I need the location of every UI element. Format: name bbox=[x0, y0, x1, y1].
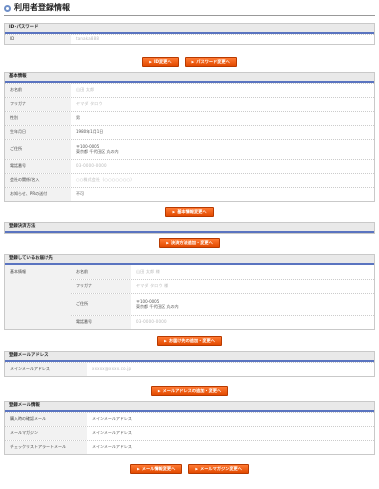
row-label: 電話番号 bbox=[71, 316, 131, 329]
password-change-button[interactable]: ▶ パスワード変更へ bbox=[184, 57, 237, 67]
row-label: フリガナ bbox=[5, 98, 71, 111]
section-heading: 登録決済方法 bbox=[5, 223, 374, 233]
row-label: 購入時の確認メール bbox=[5, 413, 87, 426]
row-value: 不可 bbox=[76, 191, 84, 197]
id-change-button[interactable]: ▶ ID変更へ bbox=[142, 57, 179, 67]
row-label: 生年月日 bbox=[5, 126, 71, 139]
id-password-buttons: ▶ ID変更へ ▶ パスワード変更へ bbox=[0, 57, 379, 67]
triangle-right-icon: ▶ bbox=[172, 209, 176, 214]
row-label: フリガナ bbox=[71, 280, 131, 293]
row-value: 03-0000-0000 bbox=[76, 163, 107, 169]
delivery-buttons: ▶ お届け先の追加・変更へ bbox=[0, 336, 379, 346]
table-row: ご住所 〒100-0005 東京都 千代田区 丸の内 bbox=[71, 293, 374, 315]
row-value: ヤマダ タロウ bbox=[76, 101, 103, 107]
row-label: ご住所 bbox=[71, 294, 131, 315]
row-value: tanaka888 bbox=[76, 36, 100, 42]
address-value: 〒100-0005 東京都 千代田区 丸の内 bbox=[71, 140, 374, 159]
table-row: フリガナ ヤマダ タロウ 様 bbox=[71, 279, 374, 293]
address-line: 東京都 千代田区 丸の内 bbox=[136, 303, 179, 309]
address-line: 東京都 千代田区 丸の内 bbox=[76, 148, 119, 154]
mail-address-buttons: ▶ メールアドレスの追加・変更へ bbox=[0, 386, 379, 396]
row-value: メインメールアドレス bbox=[92, 444, 132, 450]
triangle-right-icon: ▶ bbox=[157, 388, 161, 393]
table-row: お名前 山田 太郎 bbox=[5, 83, 374, 97]
row-value: 男 bbox=[76, 115, 80, 121]
mail-magazine-change-button[interactable]: ▶ メールマガジン変更へ bbox=[188, 464, 249, 474]
mail-address-section: 登録メールアドレス メインメールアドレス xxxxx@xxxx.co.jp bbox=[4, 351, 375, 377]
delivery-section: 登録しているお届け先 基本情報 お名前 山田 太郎 様 フリガナ ヤマダ タロウ… bbox=[4, 254, 375, 330]
table-row: メインメールアドレス xxxxx@xxxx.co.jp bbox=[5, 362, 374, 376]
payment-buttons: ▶ 決済方法追加・変更へ bbox=[0, 238, 379, 248]
page-title-text: 利用者登録情報 bbox=[14, 3, 70, 13]
mail-address-change-button[interactable]: ▶ メールアドレスの追加・変更へ bbox=[150, 386, 229, 396]
delivery-table: 基本情報 お名前 山田 太郎 様 フリガナ ヤマダ タロウ 様 ご住所 〒100… bbox=[5, 265, 374, 329]
section-heading: 登録メールアドレス bbox=[5, 352, 374, 362]
table-row: 電話番号 03-0000-0000 bbox=[71, 315, 374, 329]
row-value: xxxxx@xxxx.co.jp bbox=[92, 366, 132, 372]
row-label: ご住所 bbox=[5, 140, 71, 159]
basic-info-section: 基本情報 お名前 山田 太郎 フリガナ ヤマダ タロウ 性別 男 生年月日 19… bbox=[4, 72, 375, 202]
row-label: 電話番号 bbox=[5, 160, 71, 173]
delivery-group-label: 基本情報 bbox=[5, 265, 71, 329]
page: 利用者登録情報 ID･パスワード ID tanaka888 ▶ ID変更へ ▶ パス… bbox=[0, 0, 379, 489]
row-label: お知らせ、PRの送付 bbox=[5, 188, 71, 201]
table-row: ID tanaka888 bbox=[5, 34, 374, 44]
section-heading: 基本情報 bbox=[5, 73, 374, 83]
table-row: ご住所 〒100-0005 東京都 千代田区 丸の内 bbox=[5, 139, 374, 159]
triangle-right-icon: ▶ bbox=[191, 59, 195, 64]
id-password-section: ID･パスワード ID tanaka888 bbox=[4, 23, 375, 45]
section-heading: 登録しているお届け先 bbox=[5, 255, 374, 265]
triangle-right-icon: ▶ bbox=[164, 338, 167, 343]
title-divider bbox=[4, 15, 375, 16]
section-heading: ID･パスワード bbox=[5, 24, 374, 34]
table-row: 性別 男 bbox=[5, 111, 374, 125]
basic-info-buttons: ▶ 基本情報変更へ bbox=[0, 207, 379, 217]
row-value: 山田 太郎 様 bbox=[136, 268, 160, 274]
address-value: 〒100-0005 東京都 千代田区 丸の内 bbox=[131, 294, 374, 315]
table-row: フリガナ ヤマダ タロウ bbox=[5, 97, 374, 111]
payment-section: 登録決済方法 bbox=[4, 222, 375, 234]
table-row: 電話番号 03-0000-0000 bbox=[5, 159, 374, 173]
page-title: 利用者登録情報 bbox=[4, 2, 70, 14]
table-row: メールマガジン メインメールアドレス bbox=[5, 426, 374, 440]
table-row: チェックリストアラートメール メインメールアドレス bbox=[5, 440, 374, 454]
section-heading: 登録メール情報 bbox=[5, 402, 374, 412]
table-row: 会社の関係/名入 ○○株式会社（○○○○○○○） bbox=[5, 173, 374, 187]
mail-info-section: 登録メール情報 購入時の確認メール メインメールアドレス メールマガジン メイン… bbox=[4, 401, 375, 455]
triangle-right-icon: ▶ bbox=[195, 466, 199, 471]
row-label: チェックリストアラートメール bbox=[5, 441, 87, 454]
row-label: メールマガジン bbox=[5, 427, 87, 440]
row-label: 性別 bbox=[5, 112, 71, 125]
table-row: 生年月日 1980年1月1日 bbox=[5, 125, 374, 139]
circle-icon bbox=[4, 4, 11, 12]
triangle-right-icon: ▶ bbox=[166, 240, 169, 245]
row-value: メインメールアドレス bbox=[92, 430, 132, 436]
row-label: お名前 bbox=[71, 265, 131, 279]
triangle-right-icon: ▶ bbox=[149, 59, 152, 64]
delivery-change-button[interactable]: ▶ お届け先の追加・変更へ bbox=[157, 336, 222, 346]
row-value: 03-0000-0000 bbox=[136, 319, 167, 325]
row-value: 山田 太郎 bbox=[76, 87, 95, 93]
table-row: お名前 山田 太郎 様 bbox=[71, 265, 374, 279]
delivery-details: お名前 山田 太郎 様 フリガナ ヤマダ タロウ 様 ご住所 〒100-0005… bbox=[71, 265, 374, 329]
row-label: メインメールアドレス bbox=[5, 363, 87, 376]
row-value: 1980年1月1日 bbox=[76, 129, 104, 135]
table-row: 購入時の確認メール メインメールアドレス bbox=[5, 412, 374, 426]
table-row: お知らせ、PRの送付 不可 bbox=[5, 187, 374, 201]
row-value: ヤマダ タロウ 様 bbox=[136, 283, 169, 289]
mail-info-buttons: ▶ メール情報変更へ ▶ メールマガジン変更へ bbox=[0, 464, 379, 474]
basic-info-change-button[interactable]: ▶ 基本情報変更へ bbox=[165, 207, 214, 217]
row-label: お名前 bbox=[5, 84, 71, 97]
row-value: メインメールアドレス bbox=[92, 416, 132, 422]
row-label: 会社の関係/名入 bbox=[5, 174, 71, 187]
triangle-right-icon: ▶ bbox=[137, 466, 140, 471]
row-label: ID bbox=[5, 35, 71, 44]
mail-info-change-button[interactable]: ▶ メール情報変更へ bbox=[130, 464, 183, 474]
row-value: ○○株式会社（○○○○○○○） bbox=[76, 177, 135, 183]
payment-change-button[interactable]: ▶ 決済方法追加・変更へ bbox=[159, 238, 220, 248]
